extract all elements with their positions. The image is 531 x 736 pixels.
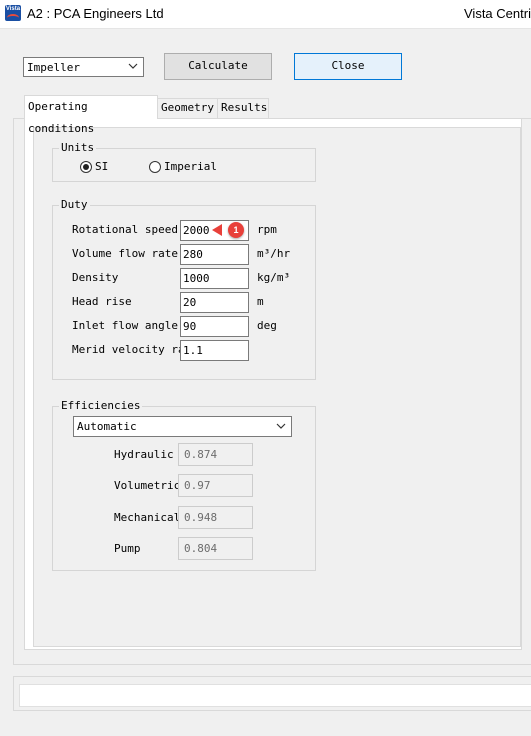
imperial-radio[interactable] [149, 161, 161, 173]
component-select-value: Impeller [27, 61, 80, 74]
tab-results[interactable]: Results [217, 98, 269, 118]
annotation-pointer [212, 224, 222, 236]
head-rise-unit: m [257, 295, 264, 308]
component-select[interactable]: Impeller [23, 57, 144, 77]
efficiency-mode-value: Automatic [77, 420, 137, 433]
title-bar: Vista A2 : PCA Engineers Ltd Vista Centr… [0, 0, 531, 29]
pump-efficiency-field: 0.804 [178, 537, 253, 560]
volume-flow-rate-unit: m³/hr [257, 247, 291, 260]
tab-operating-conditions[interactable]: Operating conditions [24, 95, 158, 135]
window-title: A2 : PCA Engineers Ltd [27, 6, 164, 21]
inlet-flow-angle-input[interactable]: 90 [180, 316, 249, 337]
rotational-speed-unit: rpm [257, 223, 277, 236]
inlet-flow-angle-unit: deg [257, 319, 277, 332]
chevron-down-icon [128, 63, 138, 69]
hydraulic-efficiency-field: 0.874 [178, 443, 253, 466]
duty-group-title: Duty [59, 198, 90, 211]
rotational-speed-label: Rotational speed [72, 223, 178, 236]
density-label: Density [72, 271, 119, 284]
chevron-down-icon [276, 423, 286, 429]
calculate-button[interactable]: Calculate [164, 53, 272, 80]
inlet-flow-angle-label: Inlet flow angle [72, 319, 178, 332]
hydraulic-label: Hydraulic [114, 448, 174, 461]
tab-geometry[interactable]: Geometry [157, 98, 218, 118]
app-logo-text: Vista [5, 6, 21, 12]
app-logo-icon: Vista [5, 5, 21, 21]
si-radio[interactable] [80, 161, 92, 173]
close-button[interactable]: Close [294, 53, 402, 80]
volumetric-label: Volumetric [114, 479, 181, 492]
status-bar [19, 684, 531, 707]
density-unit: kg/m³ [257, 271, 291, 284]
efficiencies-group-title: Efficiencies [59, 399, 143, 412]
pump-label: Pump [114, 542, 141, 555]
mechanical-efficiency-field: 0.948 [178, 506, 253, 529]
density-input[interactable]: 1000 [180, 268, 249, 289]
head-rise-input[interactable]: 20 [180, 292, 249, 313]
head-rise-label: Head rise [72, 295, 132, 308]
merid-velocity-ratio-label: Merid velocity rat [72, 343, 180, 356]
mechanical-label: Mechanical [114, 511, 181, 524]
units-group-title: Units [59, 141, 97, 154]
volumetric-efficiency-field: 0.97 [178, 474, 253, 497]
merid-velocity-ratio-input[interactable]: 1.1 [180, 340, 249, 361]
window-title-right: Vista Centri [464, 6, 531, 21]
volume-flow-rate-input[interactable]: 280 [180, 244, 249, 265]
si-label: SI [95, 160, 109, 173]
annotation-badge: 1 [228, 222, 244, 238]
imperial-label: Imperial [164, 160, 217, 173]
efficiency-mode-select[interactable]: Automatic [73, 416, 292, 437]
volume-flow-rate-label: Volume flow rate [72, 247, 178, 260]
